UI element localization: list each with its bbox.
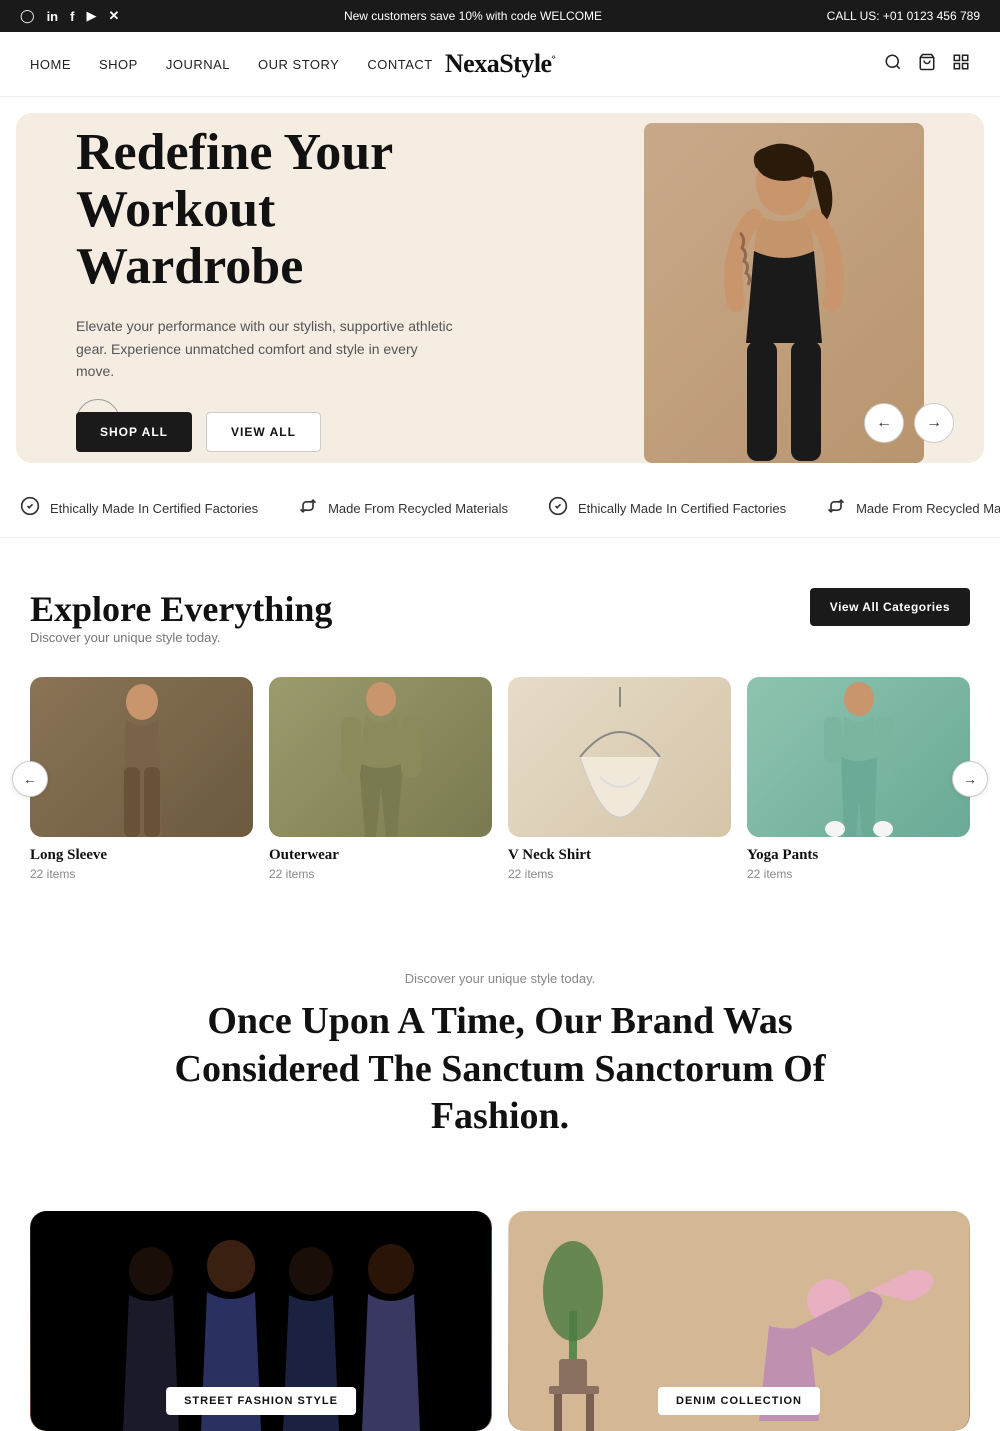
social-links[interactable]: ◯ in f ▶ ✕: [20, 8, 119, 24]
nav-journal[interactable]: JOURNAL: [166, 57, 230, 72]
explore-section: Explore Everything Discover your unique …: [0, 538, 1000, 911]
category-placeholder-0: [30, 677, 253, 837]
badge-text-0: Ethically Made In Certified Factories: [50, 501, 258, 516]
recycle-icon-0: [298, 496, 318, 521]
facebook-icon[interactable]: f: [70, 9, 74, 24]
category-count-2: 22 items: [508, 867, 731, 881]
category-image-1: [269, 677, 492, 837]
nav-links[interactable]: HOME SHOP JOURNAL OUR STORY CONTACT: [30, 57, 433, 72]
shop-all-button[interactable]: SHOP ALL: [76, 412, 192, 452]
nav-contact[interactable]: CONTACT: [367, 57, 432, 72]
view-all-button[interactable]: VIEW ALL: [206, 412, 321, 452]
collection-card-0[interactable]: STREET FASHION STYLE: [30, 1211, 492, 1431]
search-icon[interactable]: [884, 53, 902, 76]
grid-icon[interactable]: [952, 53, 970, 76]
phone-number: CALL US: +01 0123 456 789: [827, 9, 980, 23]
category-name-3: Yoga Pants: [747, 847, 970, 864]
category-count-1: 22 items: [269, 867, 492, 881]
site-logo: NexaStyle°: [445, 49, 555, 79]
linkedin-icon[interactable]: in: [47, 9, 59, 24]
promo-text: New customers save 10% with code WELCOME: [344, 9, 602, 23]
collection-label-0: STREET FASHION STYLE: [166, 1387, 356, 1415]
brand-story-title: Once Upon A Time, Our Brand Was Consider…: [160, 998, 840, 1141]
brand-story-section: Discover your unique style today. Once U…: [0, 911, 1000, 1181]
hero-content: Redefine Your Workout Wardrobe Elevate y…: [16, 113, 536, 463]
hero-title: Redefine Your Workout Wardrobe: [76, 124, 476, 296]
cart-icon[interactable]: [918, 53, 936, 76]
hero-buttons[interactable]: SHOP ALL VIEW ALL: [76, 412, 476, 452]
badge-text-3: Made From Recycled Materials: [856, 501, 1000, 516]
check-icon-1: [548, 496, 568, 521]
nav-our-story[interactable]: OUR STORY: [258, 57, 339, 72]
category-image-0: [30, 677, 253, 837]
category-name-0: Long Sleeve: [30, 847, 253, 864]
explore-title-group: Explore Everything Discover your unique …: [30, 588, 332, 669]
badge-item-2: Ethically Made In Certified Factories: [548, 496, 786, 521]
category-card-0[interactable]: Long Sleeve 22 items: [30, 677, 253, 881]
nav-home[interactable]: HOME: [30, 57, 71, 72]
nav-action-icons[interactable]: [884, 53, 970, 76]
explore-subtitle: Discover your unique style today.: [30, 630, 332, 645]
badge-item-3: Made From Recycled Materials: [826, 496, 1000, 521]
hero-prev-button[interactable]: ←: [864, 403, 904, 443]
category-placeholder-3: [747, 677, 970, 837]
badge-item-0: Ethically Made In Certified Factories: [20, 496, 258, 521]
instagram-icon[interactable]: ◯: [20, 8, 35, 24]
top-bar: ◯ in f ▶ ✕ New customers save 10% with c…: [0, 0, 1000, 32]
carousel-next-button[interactable]: →: [952, 761, 988, 797]
recycle-icon-1: [826, 496, 846, 521]
explore-header: Explore Everything Discover your unique …: [30, 588, 970, 669]
badge-text-1: Made From Recycled Materials: [328, 501, 508, 516]
hero-navigation[interactable]: ← →: [864, 403, 954, 443]
youtube-icon[interactable]: ▶: [86, 8, 96, 24]
category-card-2[interactable]: V Neck Shirt 22 items: [508, 677, 731, 881]
view-all-categories-button[interactable]: View All Categories: [810, 588, 970, 626]
category-name-2: V Neck Shirt: [508, 847, 731, 864]
brand-story-sub: Discover your unique style today.: [30, 971, 970, 986]
category-count-0: 22 items: [30, 867, 253, 881]
hero-subtitle: Elevate your performance with our stylis…: [76, 315, 456, 382]
collection-label-1: DENIM COLLECTION: [658, 1387, 820, 1415]
x-icon[interactable]: ✕: [108, 8, 119, 24]
main-nav: HOME SHOP JOURNAL OUR STORY CONTACT Nexa…: [0, 32, 1000, 97]
badge-strip: Ethically Made In Certified Factories Ma…: [0, 479, 1000, 538]
check-icon-0: [20, 496, 40, 521]
badge-text-2: Ethically Made In Certified Factories: [578, 501, 786, 516]
category-carousel: ← Long Sleeve 22 items: [30, 677, 970, 881]
carousel-prev-button[interactable]: ←: [12, 761, 48, 797]
category-image-2: [508, 677, 731, 837]
explore-title: Explore Everything: [30, 588, 332, 630]
category-name-1: Outerwear: [269, 847, 492, 864]
category-card-3[interactable]: Yoga Pants 22 items: [747, 677, 970, 881]
category-count-3: 22 items: [747, 867, 970, 881]
hero-section: Redefine Your Workout Wardrobe Elevate y…: [16, 113, 984, 463]
collection-card-1[interactable]: DENIM COLLECTION: [508, 1211, 970, 1431]
categories-grid: Long Sleeve 22 items Outerwe: [30, 677, 970, 881]
category-placeholder-2: [508, 677, 731, 837]
category-card-1[interactable]: Outerwear 22 items: [269, 677, 492, 881]
hero-next-button[interactable]: →: [914, 403, 954, 443]
nav-shop[interactable]: SHOP: [99, 57, 138, 72]
collections-grid: STREET FASHION STYLE DENIM COLLECTION: [0, 1181, 1000, 1431]
category-placeholder-1: [269, 677, 492, 837]
category-image-3: [747, 677, 970, 837]
badge-item-1: Made From Recycled Materials: [298, 496, 508, 521]
